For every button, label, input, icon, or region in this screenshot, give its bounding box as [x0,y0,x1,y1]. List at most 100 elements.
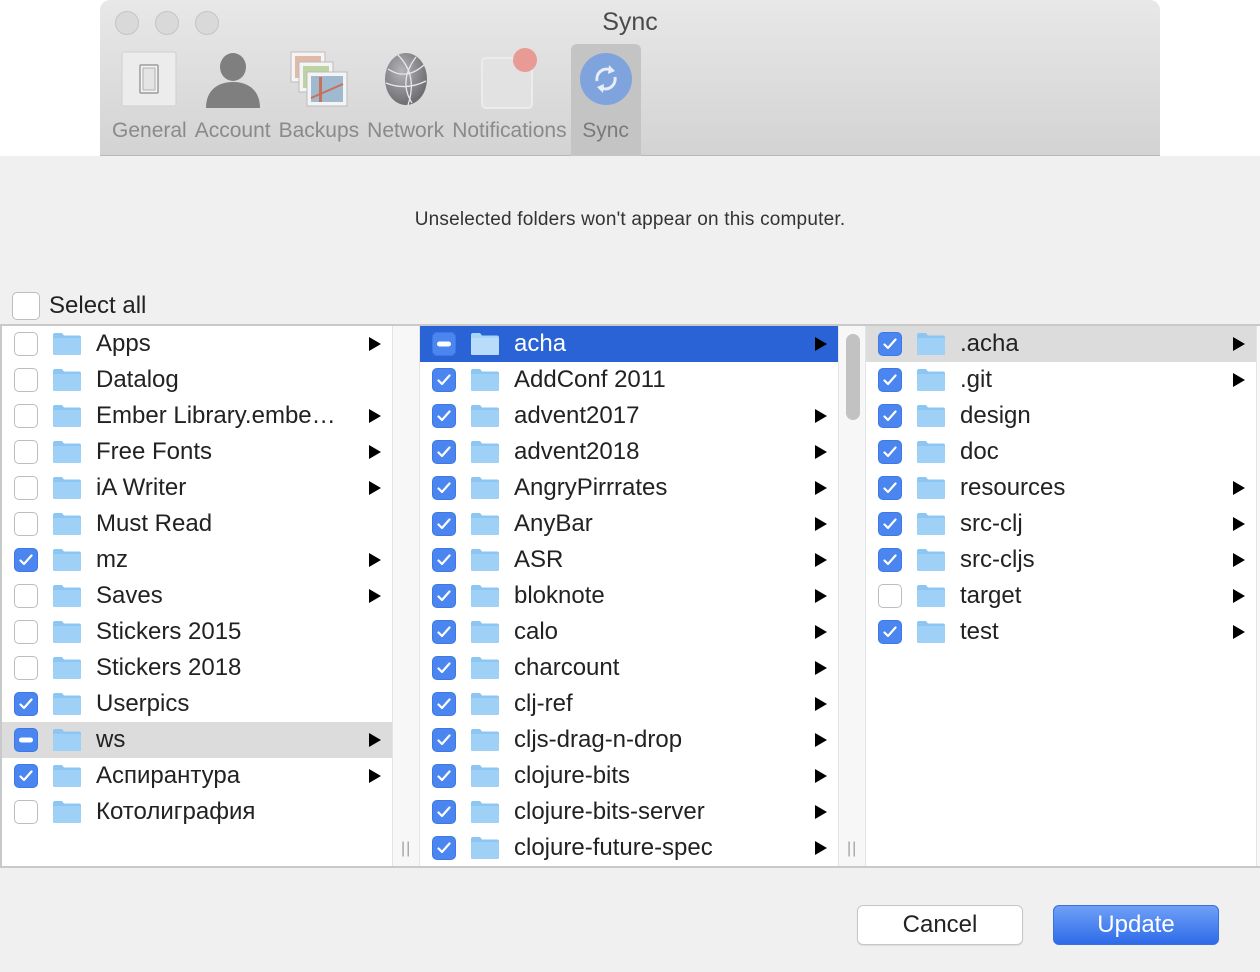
folder-checkbox[interactable] [14,476,38,500]
expand-arrow-icon[interactable] [368,769,382,783]
folder-checkbox[interactable] [14,656,38,680]
folder-checkbox[interactable] [14,620,38,644]
folder-checkbox[interactable] [14,404,38,428]
folder-checkbox[interactable] [878,476,902,500]
folder-checkbox[interactable] [432,800,456,824]
expand-arrow-icon[interactable] [1232,625,1246,639]
column-divider[interactable]: || [392,326,420,866]
folder-row[interactable]: Котолиграфия [2,794,392,830]
folder-checkbox[interactable] [878,548,902,572]
folder-checkbox[interactable] [432,548,456,572]
expand-arrow-icon[interactable] [368,733,382,747]
column-resize-handle[interactable]: || [847,840,857,858]
column-divider[interactable]: || [838,326,866,866]
folder-checkbox[interactable] [432,656,456,680]
folder-checkbox[interactable] [14,548,38,572]
expand-arrow-icon[interactable] [368,409,382,423]
folder-checkbox[interactable] [14,692,38,716]
folder-checkbox[interactable] [14,512,38,536]
folder-checkbox[interactable] [432,512,456,536]
folder-row[interactable]: ASR [420,542,838,578]
expand-arrow-icon[interactable] [1232,373,1246,387]
select-all-checkbox[interactable]: Select all [12,292,146,320]
folder-row[interactable]: AddConf 2011 [420,362,838,398]
folder-row[interactable]: target [866,578,1256,614]
folder-row[interactable]: ws [2,722,392,758]
folder-row[interactable]: doc [866,434,1256,470]
expand-arrow-icon[interactable] [1232,553,1246,567]
folder-row[interactable]: clojure-bits [420,758,838,794]
tab-backups[interactable]: Backups [275,44,364,156]
folder-checkbox[interactable] [878,620,902,644]
folder-checkbox[interactable] [432,584,456,608]
folder-row[interactable]: src-clj [866,506,1256,542]
expand-arrow-icon[interactable] [1232,517,1246,531]
folder-checkbox[interactable] [432,368,456,392]
expand-arrow-icon[interactable] [814,697,828,711]
expand-arrow-icon[interactable] [814,481,828,495]
folder-checkbox[interactable] [14,332,38,356]
folder-row[interactable]: clj-ref [420,686,838,722]
folder-checkbox[interactable] [432,728,456,752]
folder-row[interactable]: iA Writer [2,470,392,506]
folder-row[interactable]: acha [420,326,838,362]
folder-row[interactable]: AngryPirrrates [420,470,838,506]
folder-checkbox[interactable] [14,800,38,824]
folder-checkbox[interactable] [878,404,902,428]
tab-notifications[interactable]: Notifications [448,44,570,156]
folder-checkbox[interactable] [14,368,38,392]
folder-checkbox[interactable] [14,764,38,788]
folder-row[interactable]: Userpics [2,686,392,722]
tab-sync[interactable]: Sync [570,44,641,156]
expand-arrow-icon[interactable] [814,517,828,531]
folder-row[interactable]: Stickers 2015 [2,614,392,650]
folder-checkbox[interactable] [14,584,38,608]
tab-general[interactable]: General [108,44,191,156]
folder-checkbox[interactable] [878,332,902,356]
checkbox[interactable] [12,292,40,320]
expand-arrow-icon[interactable] [814,661,828,675]
expand-arrow-icon[interactable] [368,589,382,603]
folder-row[interactable]: clojure-future-spec [420,830,838,866]
expand-arrow-icon[interactable] [814,553,828,567]
folder-row[interactable]: src-cljs [866,542,1256,578]
folder-row[interactable]: mz [2,542,392,578]
folder-row[interactable]: Apps [2,326,392,362]
folder-row[interactable]: design [866,398,1256,434]
folder-row[interactable]: Free Fonts [2,434,392,470]
folder-row[interactable]: advent2018 [420,434,838,470]
expand-arrow-icon[interactable] [1232,589,1246,603]
folder-checkbox[interactable] [878,368,902,392]
folder-checkbox[interactable] [432,764,456,788]
folder-row[interactable]: calo [420,614,838,650]
folder-row[interactable]: clojure-bits-server [420,794,838,830]
folder-row[interactable]: test [866,614,1256,650]
folder-row[interactable]: Аспирантура [2,758,392,794]
folder-checkbox[interactable] [432,692,456,716]
expand-arrow-icon[interactable] [814,589,828,603]
expand-arrow-icon[interactable] [814,769,828,783]
folder-row[interactable]: cljs-drag-n-drop [420,722,838,758]
expand-arrow-icon[interactable] [814,337,828,351]
expand-arrow-icon[interactable] [814,445,828,459]
folder-checkbox[interactable] [878,512,902,536]
folder-checkbox[interactable] [432,332,456,356]
folder-row[interactable]: resources [866,470,1256,506]
expand-arrow-icon[interactable] [814,733,828,747]
column-resize-handle[interactable]: || [401,840,411,858]
folder-checkbox[interactable] [432,404,456,428]
expand-arrow-icon[interactable] [368,553,382,567]
tab-account[interactable]: Account [191,44,275,156]
folder-row[interactable]: Must Read [2,506,392,542]
folder-row[interactable]: Ember Library.embe… [2,398,392,434]
folder-checkbox[interactable] [432,836,456,860]
expand-arrow-icon[interactable] [368,481,382,495]
column-divider[interactable]: || [1256,326,1260,866]
cancel-button[interactable]: Cancel [857,905,1023,945]
folder-checkbox[interactable] [14,728,38,752]
folder-row[interactable]: charcount [420,650,838,686]
expand-arrow-icon[interactable] [814,805,828,819]
expand-arrow-icon[interactable] [1232,337,1246,351]
scrollbar-thumb[interactable] [846,334,860,420]
folder-checkbox[interactable] [878,584,902,608]
